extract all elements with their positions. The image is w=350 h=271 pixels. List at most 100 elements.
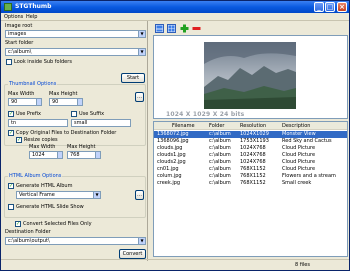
menu-bar: Options Help	[1, 13, 349, 21]
column-filename[interactable]: Filename	[172, 123, 195, 129]
filename-cell: cn01.jpg	[157, 166, 179, 172]
description-cell: Red Sky and Cactus	[282, 138, 332, 144]
suffix-input[interactable]: small	[71, 119, 131, 127]
destination-combo[interactable]: c:\album\output\ ▼	[5, 237, 146, 245]
destination-value: c:\album\output\	[8, 238, 50, 244]
album-style-value: Vertical Frame	[19, 192, 55, 198]
use-suffix-label: Use Suffix	[79, 111, 105, 117]
copy-max-height-label: Max Height	[67, 144, 96, 150]
maximize-button[interactable]: □	[325, 2, 335, 12]
close-button[interactable]: ×	[337, 2, 347, 12]
table-row[interactable]: clouds1.jpg c:\album 1024X768 Cloud Picture	[154, 152, 347, 159]
generate-slideshow-checkbox[interactable]	[8, 204, 14, 210]
album-style-combo[interactable]: Vertical Frame ▼	[16, 191, 101, 199]
table-row[interactable]: clouds.jpg c:\album 1024X768 Cloud Picture	[154, 145, 347, 152]
chevron-down-icon[interactable]: ▼	[138, 238, 145, 244]
filename-cell: clouds.jpg	[157, 145, 183, 151]
view-large-icon[interactable]	[155, 24, 164, 33]
title-bar[interactable]: STGThumb _ □ ×	[1, 1, 349, 13]
description-cell: Monster View	[282, 131, 316, 137]
table-row[interactable]: cn01.jpg c:\album 768X1152 Cloud Picture	[154, 166, 347, 173]
minimize-button[interactable]: _	[314, 2, 324, 12]
copy-max-width-value: 1024	[32, 152, 45, 158]
use-prefix-label: Use Prefix	[16, 111, 41, 117]
main-window: STGThumb _ □ × Options Help Image root i…	[0, 0, 350, 271]
file-count: 8 files	[295, 262, 310, 268]
right-toolbar	[153, 23, 348, 35]
column-resolution[interactable]: Resolution	[240, 123, 266, 129]
filename-cell: creek.jpg	[157, 180, 181, 186]
menu-options[interactable]: Options	[4, 14, 23, 20]
folder-cell: c:\album	[209, 138, 231, 144]
resolution-cell: 1024X768	[240, 145, 266, 151]
folder-cell: c:\album	[209, 131, 231, 137]
filename-cell: clouds2.jpg	[157, 159, 186, 165]
resize-copies-label: Resize copies	[24, 137, 58, 143]
table-row[interactable]: 1368096.jpg c:\album 1753X1193 Red Sky and …	[154, 138, 347, 145]
html-album-options-title: HTML Album Options	[8, 173, 63, 179]
chevron-down-icon[interactable]: ▼	[138, 49, 145, 55]
table-row[interactable]: 1368072.jpg c:\album 1024X1029 Monster View	[154, 131, 347, 138]
remove-icon[interactable]	[192, 24, 201, 33]
max-width-label: Max Width	[8, 91, 35, 97]
max-width-stepper[interactable]: 90	[8, 98, 42, 106]
add-icon[interactable]	[180, 24, 189, 33]
status-bar: 8 files	[1, 259, 349, 270]
window-title: STGThumb	[15, 3, 52, 10]
spin-icon[interactable]	[77, 99, 82, 105]
browse-button[interactable]: …	[135, 92, 144, 102]
folder-cell: c:\album	[209, 180, 231, 186]
start-folder-label: Start folder	[5, 40, 34, 46]
column-description[interactable]: Description	[282, 123, 310, 129]
chevron-down-icon[interactable]: ▼	[93, 192, 100, 198]
image-root-value: images	[8, 31, 27, 37]
copy-max-height-stepper[interactable]: 768	[67, 151, 101, 159]
max-height-stepper[interactable]: 90	[49, 98, 83, 106]
album-browse-button[interactable]: …	[135, 190, 144, 200]
convert-selected-label: Convert Selected Files Only	[23, 221, 92, 227]
view-grid-icon[interactable]	[167, 24, 176, 33]
description-cell: Flowers and a stream	[282, 173, 336, 179]
spin-icon[interactable]	[36, 99, 41, 105]
copy-original-label: Copy Original Files to Destination Folde…	[16, 130, 117, 136]
table-row[interactable]: clouds2.jpg c:\album 1024X768 Cloud Picture	[154, 159, 347, 166]
table-row[interactable]: colum.jpg c:\album 768X1152 Flowers and a s…	[154, 173, 347, 180]
convert-selected-checkbox[interactable]: ✓	[15, 221, 21, 227]
generate-album-checkbox[interactable]: ✓	[8, 183, 14, 189]
file-list[interactable]: Filename Folder Resolution Description 1…	[153, 121, 348, 257]
resolution-cell: 1753X1193	[240, 138, 269, 144]
copy-original-checkbox[interactable]: ✓	[8, 130, 14, 136]
spin-icon[interactable]	[57, 152, 62, 158]
table-row[interactable]: creek.jpg c:\album 768X1152 Small creek	[154, 180, 347, 187]
description-cell: Cloud Picture	[282, 152, 316, 158]
prefix-input[interactable]: tn	[8, 119, 68, 127]
max-height-value: 90	[52, 99, 59, 105]
folder-cell: c:\album	[209, 145, 231, 151]
use-suffix-checkbox[interactable]	[71, 111, 77, 117]
prefix-value: tn	[11, 120, 17, 126]
resolution-cell: 1024X768	[240, 159, 266, 165]
thumbnail-options-title: Thumbnail Options	[8, 81, 58, 87]
image-preview: 1024 X 1029 X 24 bits	[153, 35, 348, 119]
resize-copies-checkbox[interactable]: ✓	[16, 137, 22, 143]
preview-photo	[204, 42, 296, 109]
column-folder[interactable]: Folder	[209, 123, 224, 129]
start-button[interactable]: Start	[121, 73, 145, 83]
max-width-value: 90	[11, 99, 18, 105]
resolution-cell: 768X1152	[240, 180, 266, 186]
use-prefix-checkbox[interactable]: ✓	[8, 111, 14, 117]
convert-button[interactable]: Convert	[119, 249, 146, 259]
resolution-cell: 1024X1029	[240, 131, 269, 137]
spin-icon[interactable]	[95, 152, 100, 158]
destination-label: Destination Folder	[5, 229, 51, 235]
image-root-combo[interactable]: images ▼	[5, 30, 146, 38]
start-folder-combo[interactable]: c:\album\ ▼	[5, 48, 146, 56]
copy-max-width-stepper[interactable]: 1024	[29, 151, 63, 159]
image-root-label: Image root	[5, 23, 33, 29]
look-subfolders-checkbox[interactable]	[6, 59, 12, 65]
splitter[interactable]	[147, 21, 151, 261]
menu-help[interactable]: Help	[26, 14, 37, 20]
copy-max-height-value: 768	[70, 152, 80, 158]
app-icon	[4, 3, 12, 11]
chevron-down-icon[interactable]: ▼	[138, 31, 145, 37]
